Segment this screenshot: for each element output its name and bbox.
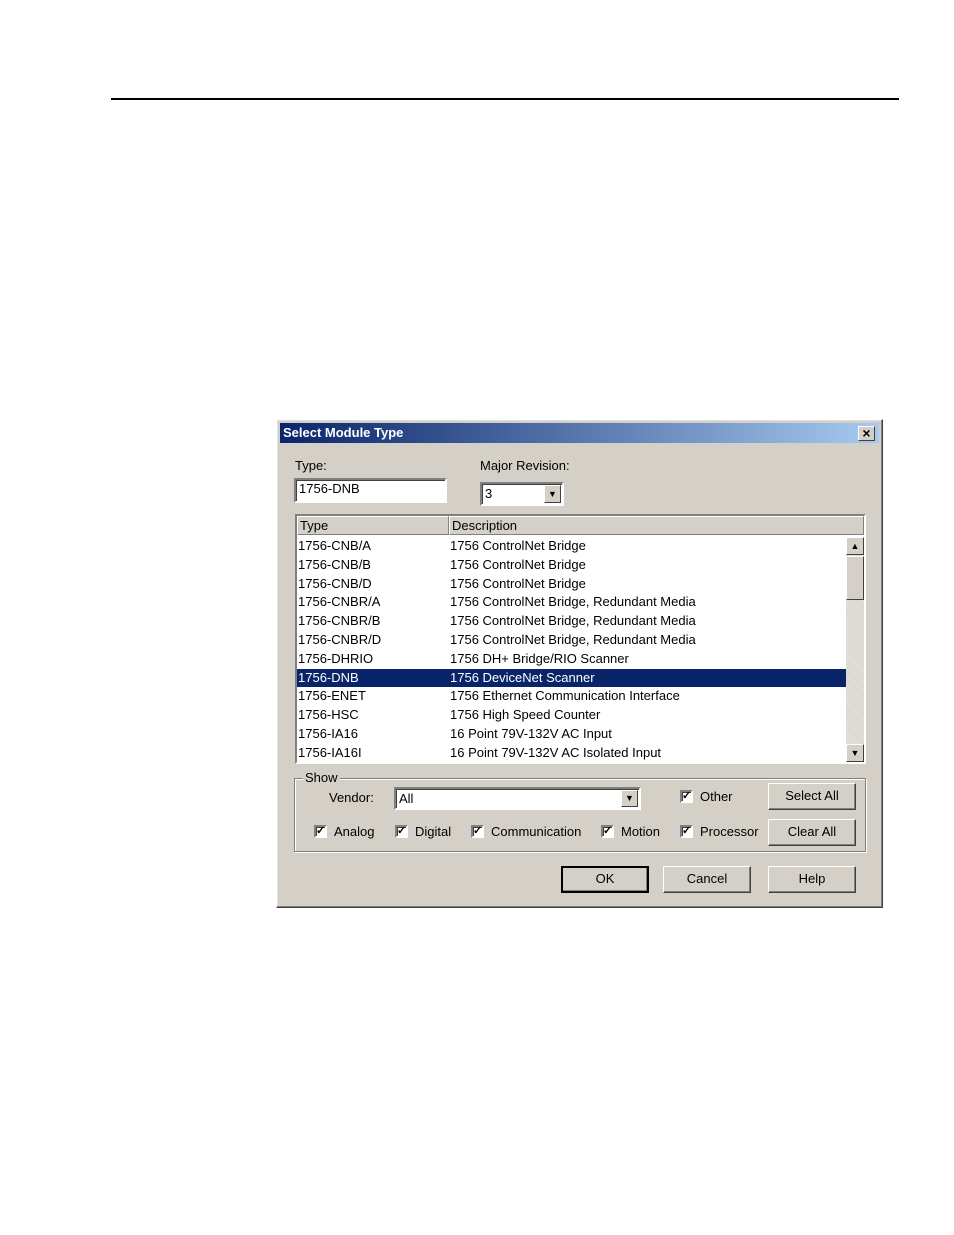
communication-checkbox-label: Communication — [491, 824, 582, 839]
type-label: Type: — [295, 458, 327, 473]
list-item[interactable]: 1756-CNB/B 1756 ControlNet Bridge — [297, 556, 846, 575]
module-rows: 1756-CNB/A 1756 ControlNet Bridge 1756-CNB… — [297, 537, 846, 763]
analog-checkbox-label: Analog — [334, 824, 375, 839]
list-item[interactable]: 1756-CNB/D 1756 ControlNet Bridge — [297, 575, 846, 594]
list-item[interactable]: 1756-CNBR/B 1756 ControlNet Bridge, Redun… — [297, 612, 846, 631]
close-button[interactable]: × — [858, 426, 875, 441]
vendor-dropdown-button[interactable]: ▼ — [621, 790, 638, 807]
list-item-description: 1756 DH+ Bridge/RIO Scanner — [450, 650, 629, 666]
list-item[interactable]: 1756-HSC 1756 High Speed Counter — [297, 706, 846, 725]
list-item-type: 1756-DNB — [298, 669, 359, 685]
checkbox-check-icon: ✓ — [601, 825, 614, 838]
list-item-description: 1756 ControlNet Bridge — [450, 556, 586, 572]
list-item-type: 1756-HSC — [298, 707, 359, 723]
arrow-down-icon: ▼ — [850, 748, 860, 758]
list-item-description: 16 Point 79V-132V AC Input — [450, 725, 612, 741]
show-group: Show Vendor: All ▼ ✓ Other Select All ✓ … — [294, 770, 866, 852]
chevron-down-icon: ▼ — [548, 489, 557, 499]
ok-button[interactable]: OK — [561, 866, 649, 893]
list-item-type: 1756-IA16 — [298, 725, 358, 741]
list-item[interactable]: 1756-CNBR/D 1756 ControlNet Bridge, Redun… — [297, 631, 846, 650]
list-item-description: 1756 ControlNet Bridge, Redundant Media — [450, 594, 696, 610]
list-item-type: 1756-CNBR/A — [298, 594, 381, 610]
list-item-description: 1756 ControlNet Bridge, Redundant Media — [450, 631, 696, 647]
scroll-down-button[interactable]: ▼ — [846, 744, 864, 762]
other-checkbox-label: Other — [700, 789, 733, 804]
cancel-button[interactable]: Cancel — [663, 866, 751, 893]
close-icon: × — [862, 425, 871, 441]
list-item-description: 1756 DeviceNet Scanner — [450, 669, 595, 685]
arrow-up-icon: ▲ — [850, 541, 860, 551]
select-all-button[interactable]: Select All — [768, 783, 856, 810]
show-legend: Show — [303, 770, 340, 785]
column-header-type[interactable]: Type — [297, 516, 449, 535]
list-item[interactable]: 1756-DHRIO 1756 DH+ Bridge/RIO Scanner — [297, 650, 846, 669]
list-item-type: 1756-CNBR/B — [298, 613, 381, 629]
column-header-description-label: Description — [452, 518, 518, 533]
list-item-description: 1756 ControlNet Bridge — [450, 538, 586, 553]
list-item[interactable]: 1756-CNBR/A 1756 ControlNet Bridge, Redun… — [297, 593, 846, 612]
checkbox-check-icon: ✓ — [314, 825, 327, 838]
list-item[interactable]: 1756-CNB/A 1756 ControlNet Bridge — [297, 537, 846, 556]
page-header-rule — [111, 98, 899, 100]
checkbox-check-icon: ✓ — [680, 790, 693, 803]
list-item-description: 1756 ControlNet Bridge — [450, 575, 586, 591]
checkbox-check-icon: ✓ — [471, 825, 484, 838]
chevron-down-icon: ▼ — [625, 793, 634, 803]
major-revision-value: 3 — [485, 486, 493, 501]
list-item-type: 1756-IA16I — [298, 744, 362, 760]
list-item-type: 1756-DHRIO — [298, 650, 374, 666]
vendor-label: Vendor: — [329, 790, 374, 805]
list-item-type: 1756-CNB/A — [298, 538, 371, 553]
list-item-type: 1756-ENET — [298, 688, 366, 704]
list-item[interactable]: 1756-IA16 16 Point 79V-132V AC Input — [297, 725, 846, 744]
list-item[interactable]: 1756-ENET 1756 Ethernet Communication Int… — [297, 687, 846, 706]
dialog-title: Select Module Type — [283, 425, 404, 440]
column-header-type-label: Type — [300, 518, 329, 533]
dialog-titlebar: Select Module Type × — [280, 423, 879, 443]
vertical-scrollbar[interactable]: ▲ ▼ — [846, 537, 864, 762]
list-item-description: 1756 High Speed Counter — [450, 707, 601, 723]
vendor-value: All — [399, 791, 414, 806]
list-item-description: 1756 ControlNet Bridge, Redundant Media — [450, 613, 696, 629]
clear-all-button[interactable]: Clear All — [768, 819, 856, 846]
processor-checkbox-label: Processor — [700, 824, 759, 839]
motion-checkbox-label: Motion — [621, 824, 661, 839]
select-module-type-dialog: Select Module Type × Type: 1756-DNB Majo… — [276, 419, 883, 908]
type-input[interactable]: 1756-DNB — [294, 478, 447, 503]
list-item[interactable]: 1756-DNB 1756 DeviceNet Scanner — [297, 668, 846, 688]
major-revision-label: Major Revision: — [480, 458, 570, 473]
checkbox-check-icon: ✓ — [680, 825, 693, 838]
vendor-select[interactable]: All ▼ — [394, 787, 641, 810]
list-item-type: 1756-CNBR/D — [298, 631, 382, 647]
module-list[interactable]: Type Description 1756-CNB/A 1756 ControlN… — [295, 514, 866, 764]
list-item-type: 1756-CNB/B — [298, 556, 371, 572]
column-header-description[interactable]: Description — [449, 516, 864, 535]
major-revision-dropdown-button[interactable]: ▼ — [544, 485, 561, 503]
scroll-thumb[interactable] — [846, 556, 864, 600]
list-item-type: 1756-CNB/D — [298, 575, 372, 591]
checkbox-check-icon: ✓ — [395, 825, 408, 838]
list-item-description: 1756 Ethernet Communication Interface — [450, 688, 680, 704]
list-item[interactable]: 1756-IA16I 16 Point 79V-132V AC Isolated … — [297, 744, 846, 763]
major-revision-select[interactable]: 3 ▼ — [480, 482, 564, 506]
list-item-description: 16 Point 79V-132V AC Isolated Input — [450, 744, 662, 760]
type-input-value: 1756-DNB — [299, 481, 360, 496]
help-button[interactable]: Help — [768, 866, 856, 893]
scroll-up-button[interactable]: ▲ — [846, 537, 864, 555]
digital-checkbox-label: Digital — [415, 824, 452, 839]
